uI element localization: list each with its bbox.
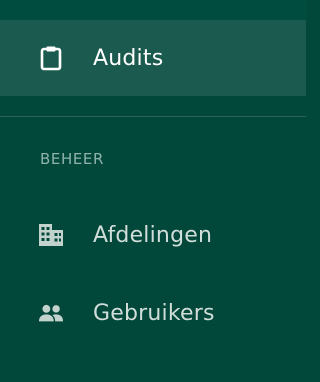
section-header: BEHEER: [40, 150, 105, 168]
sidebar-item-audits[interactable]: Audits: [0, 20, 306, 96]
people-icon: [38, 300, 64, 326]
sidebar-item-gebruikers[interactable]: Gebruikers: [0, 286, 306, 340]
sidebar-item-label: Gebruikers: [93, 300, 215, 326]
sidebar-divider: [0, 116, 306, 117]
clipboard-icon: [38, 45, 64, 71]
sidebar-top-strip: [0, 0, 306, 20]
sidebar: Audits BEHEER Afdelingen Gebruikers: [0, 0, 306, 382]
sidebar-item-label: Audits: [93, 45, 164, 71]
sidebar-item-afdelingen[interactable]: Afdelingen: [0, 208, 306, 262]
sidebar-item-label: Afdelingen: [93, 222, 213, 248]
building-icon: [38, 222, 64, 248]
